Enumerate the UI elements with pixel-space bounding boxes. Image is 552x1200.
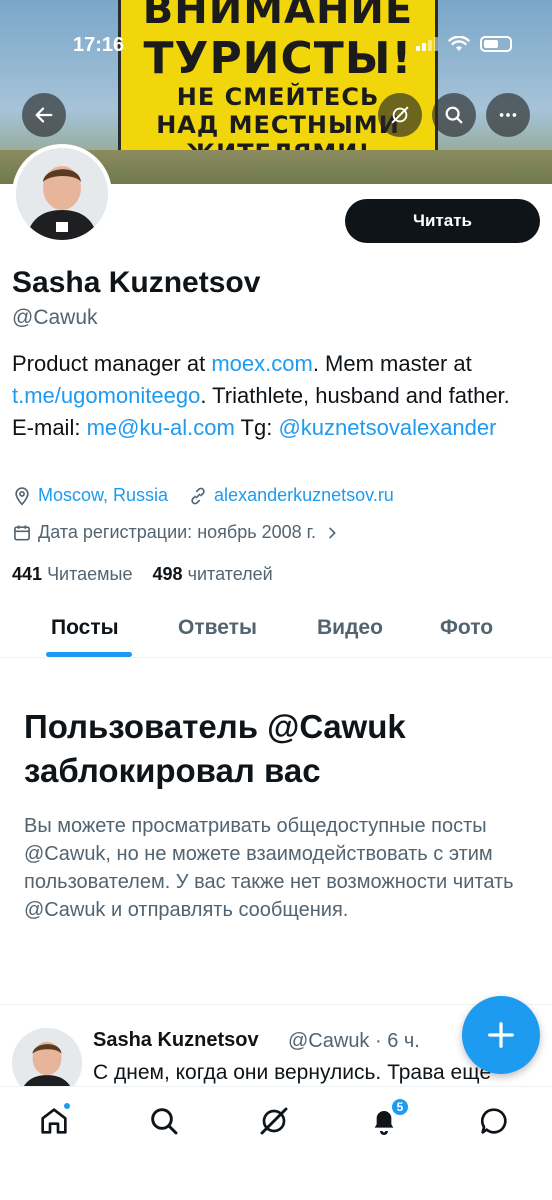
banner-text-line2: ТУРИСТЫ! (143, 33, 413, 84)
bio-link-moex[interactable]: moex.com (211, 351, 312, 376)
followers-count: 498 (152, 564, 183, 584)
tab-replies[interactable]: Ответы (178, 616, 257, 640)
location-pin-icon (15, 486, 29, 506)
grok-icon (391, 106, 409, 124)
bio-text: Product manager at (12, 351, 212, 376)
grok-button[interactable] (378, 93, 422, 137)
bio-text: Tg: (234, 415, 279, 440)
battery-icon (480, 36, 512, 52)
more-button[interactable] (486, 93, 530, 137)
profile-joined-date: Дата регистрации: ноябрь 2008 г. (38, 522, 316, 542)
search-button[interactable] (432, 93, 476, 137)
blocked-title: Пользователь @Cawuk заблокировал вас (24, 708, 406, 789)
profile-name: Sasha Kuznetsov (12, 266, 261, 299)
tab-video[interactable]: Видео (317, 616, 383, 640)
avatar-photo (16, 148, 108, 240)
plus-icon (488, 1022, 514, 1048)
follow-button[interactable]: Читать (345, 199, 540, 243)
nav-home[interactable] (34, 1101, 74, 1141)
notifications-badge: 5 (390, 1097, 410, 1117)
nav-search[interactable] (144, 1101, 184, 1141)
following-label: Читаемые (47, 564, 133, 584)
home-notification-dot (62, 1101, 72, 1111)
wifi-icon (448, 36, 470, 51)
bio-link-tg-handle[interactable]: @kuznetsovalexander (278, 415, 496, 440)
bio-link-telegram[interactable]: t.me/ugomoniteego (12, 383, 200, 408)
grok-icon (260, 1107, 288, 1135)
cellular-signal-icon (416, 37, 438, 51)
tab-photos[interactable]: Фото (440, 616, 493, 640)
search-icon (151, 1108, 178, 1135)
messages-icon (480, 1108, 507, 1134)
status-time: 17:16 (73, 34, 125, 56)
profile-handle: @Cawuk (12, 306, 98, 329)
post-meta: @Cawuk · 6 ч. (288, 1030, 420, 1052)
chevron-right-icon (329, 527, 336, 538)
arrow-left-icon (35, 107, 53, 123)
profile-meta-row: Moscow, Russia alexanderkuznetsov.ru (12, 485, 394, 506)
followers-link[interactable]: 498 читателей (153, 564, 273, 584)
post-author-name[interactable]: Sasha Kuznetsov (93, 1029, 259, 1052)
profile-joined-row[interactable]: Дата регистрации: ноябрь 2008 г. (12, 522, 340, 543)
following-count: 441 (12, 564, 43, 584)
blocked-description: Вы можете просматривать общедоступные по… (24, 815, 514, 921)
active-tab-indicator (46, 652, 132, 657)
nav-grok[interactable] (254, 1101, 294, 1141)
profile-avatar[interactable] (12, 144, 112, 244)
bio-text: . Mem master at (312, 351, 472, 376)
tab-posts[interactable]: Посты (51, 616, 119, 640)
link-icon (191, 487, 205, 504)
banner-text-line1: ВНИМАНИЕ (142, 0, 414, 33)
following-link[interactable]: 441 Читаемые (12, 564, 133, 584)
compose-button[interactable] (462, 996, 540, 1074)
more-icon (499, 113, 517, 117)
profile-bio: Product manager at moex.com. Mem master … (12, 348, 532, 444)
followers-label: читателей (187, 564, 273, 584)
back-button[interactable] (22, 93, 66, 137)
search-icon (445, 106, 463, 124)
nav-messages[interactable] (474, 1101, 514, 1141)
divider (0, 1004, 552, 1005)
profile-website-link[interactable]: alexanderkuznetsov.ru (214, 485, 394, 506)
calendar-icon (14, 525, 30, 540)
profile-location[interactable]: Moscow, Russia (38, 485, 168, 506)
bottom-navigation: 5 (0, 1086, 552, 1200)
follow-stats: 441 Читаемые 498 читателей (12, 564, 273, 585)
nav-notifications[interactable]: 5 (364, 1097, 410, 1141)
profile-tabs: Посты Ответы Видео Фото (0, 600, 552, 658)
status-icons (416, 36, 512, 52)
bio-link-email[interactable]: me@ku-al.com (87, 415, 235, 440)
